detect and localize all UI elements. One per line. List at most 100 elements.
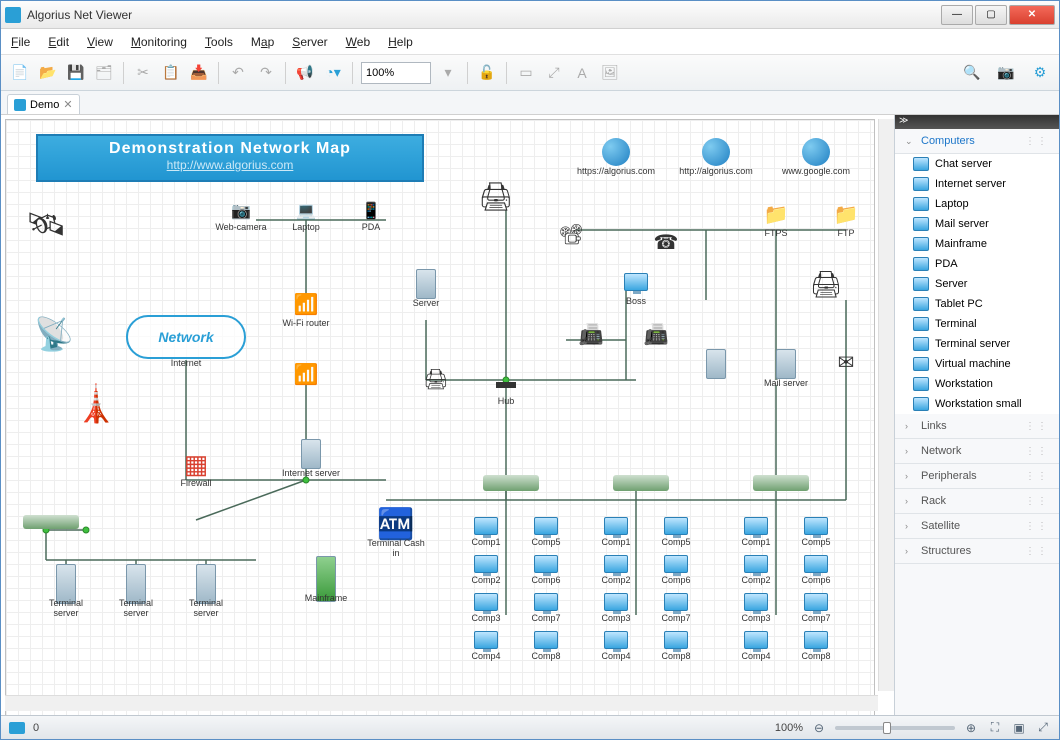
lock-icon[interactable]: 🔓 (476, 62, 498, 84)
node-comp[interactable]: Comp1 (456, 515, 516, 548)
menu-server[interactable]: Server (292, 35, 327, 49)
node-plotter[interactable]: 🖨 (796, 270, 856, 298)
settings-icon[interactable]: ⚙ (1029, 62, 1051, 84)
cut-icon[interactable]: ✂ (132, 62, 154, 84)
sidebar-category-structures[interactable]: ›Structures⋮⋮ (895, 539, 1059, 564)
select-icon[interactable]: ▭ (515, 62, 537, 84)
sidebar-category-peripherals[interactable]: ›Peripherals⋮⋮ (895, 464, 1059, 489)
drag-handle-icon[interactable]: ⋮⋮ (1025, 496, 1049, 507)
menu-web[interactable]: Web (346, 35, 370, 49)
node-firewall[interactable]: ▦Firewall (166, 450, 226, 489)
node-printer[interactable]: 🖨 (466, 182, 526, 210)
node-comp[interactable]: Comp2 (586, 553, 646, 586)
node-switch-1[interactable] (476, 475, 546, 491)
new-map-icon[interactable]: 📄 (9, 62, 31, 84)
node-dish[interactable]: 📡 (24, 320, 84, 348)
announce-icon[interactable]: 📢 (294, 62, 316, 84)
fullscreen-icon[interactable]: ⤢ (1035, 720, 1051, 736)
text-icon[interactable]: A (571, 62, 593, 84)
open-icon[interactable]: 📂 (37, 62, 59, 84)
node-comp[interactable]: Comp5 (646, 515, 706, 548)
banner-link[interactable]: http://www.algorius.com (167, 158, 294, 172)
sidebar-item[interactable]: Terminal server (895, 334, 1059, 354)
node-comp[interactable]: Comp4 (726, 629, 786, 662)
node-comp[interactable]: Comp8 (646, 629, 706, 662)
camera-icon[interactable]: 📷 (995, 62, 1017, 84)
undo-icon[interactable]: ↶ (227, 62, 249, 84)
drag-handle-icon[interactable]: ⋮⋮ (1025, 521, 1049, 532)
paste-icon[interactable]: 📥 (188, 62, 210, 84)
node-comp[interactable]: Comp6 (516, 553, 576, 586)
node-comp[interactable]: Comp5 (516, 515, 576, 548)
menu-monitoring[interactable]: Monitoring (131, 35, 187, 49)
menu-view[interactable]: View (87, 35, 113, 49)
node-url-google[interactable]: www.google.com (786, 138, 846, 177)
network-cloud[interactable]: Network (126, 315, 246, 359)
node-comp[interactable]: Comp3 (456, 591, 516, 624)
node-webcam[interactable]: 📷Web-camera (211, 200, 271, 233)
link-icon[interactable]: ⤢ (543, 62, 565, 84)
node-switch-2[interactable] (606, 475, 676, 491)
image-icon[interactable]: 🖼 (599, 62, 621, 84)
node-fax[interactable]: 📠 (561, 320, 621, 348)
sidebar-item[interactable]: Server (895, 274, 1059, 294)
node-ftp[interactable]: 📁FTP (816, 200, 876, 239)
sidebar-item[interactable]: Workstation small (895, 394, 1059, 414)
sidebar-item[interactable]: Chat server (895, 154, 1059, 174)
fit-width-icon[interactable]: ⛶ (987, 720, 1003, 736)
node-projector[interactable]: 📽 (541, 220, 601, 248)
sidebar-category-rack[interactable]: ›Rack⋮⋮ (895, 489, 1059, 514)
sidebar-item[interactable]: Terminal (895, 314, 1059, 334)
node-comp[interactable]: Comp6 (786, 553, 846, 586)
side-panel-handle[interactable]: ≫ (895, 115, 1059, 129)
node-mail-icon[interactable]: ✉ (816, 348, 876, 376)
node-comp[interactable]: Comp1 (586, 515, 646, 548)
node-comp[interactable]: Comp5 (786, 515, 846, 548)
node-satellite[interactable]: 🛰 (16, 210, 76, 238)
node-router[interactable]: 📶 (276, 360, 336, 388)
search-icon[interactable]: 🔍 (961, 62, 983, 84)
node-printer2[interactable]: 🖨 (406, 365, 466, 393)
redo-icon[interactable]: ↷ (255, 62, 277, 84)
node-terminal-server-1[interactable]: Terminal server (36, 570, 96, 619)
sidebar-category-network[interactable]: ›Network⋮⋮ (895, 439, 1059, 464)
fit-screen-icon[interactable]: ▣ (1011, 720, 1027, 736)
sidebar-category-satellite[interactable]: ›Satellite⋮⋮ (895, 514, 1059, 539)
node-scanner[interactable]: 📠 (626, 320, 686, 348)
node-comp[interactable]: Comp4 (586, 629, 646, 662)
chart-icon[interactable]: ◔▾ (322, 62, 344, 84)
drag-handle-icon[interactable]: ⋮⋮ (1025, 136, 1049, 147)
drag-handle-icon[interactable]: ⋮⋮ (1025, 446, 1049, 457)
node-terminal-server-2[interactable]: Terminal server (106, 570, 166, 619)
node-boss[interactable]: Boss (606, 268, 666, 307)
save-icon[interactable]: 💾 (65, 62, 87, 84)
sidebar-item[interactable]: Workstation (895, 374, 1059, 394)
node-comp[interactable]: Comp8 (786, 629, 846, 662)
sidebar-item[interactable]: Laptop (895, 194, 1059, 214)
drag-handle-icon[interactable]: ⋮⋮ (1025, 546, 1049, 557)
menu-help[interactable]: Help (388, 35, 413, 49)
node-url-https[interactable]: https://algorius.com (586, 138, 646, 177)
sidebar-item[interactable]: Mainframe (895, 234, 1059, 254)
close-button[interactable]: ✕ (1009, 5, 1055, 25)
drag-handle-icon[interactable]: ⋮⋮ (1025, 471, 1049, 482)
node-comp[interactable]: Comp7 (786, 591, 846, 624)
zoom-dropdown-icon[interactable]: ▾ (437, 62, 459, 84)
node-switch-3[interactable] (746, 475, 816, 491)
menu-tools[interactable]: Tools (205, 35, 233, 49)
node-mainframe[interactable]: Mainframe (296, 565, 356, 604)
node-terminal-server-3[interactable]: Terminal server (176, 570, 236, 619)
sidebar-item[interactable]: Internet server (895, 174, 1059, 194)
node-server[interactable]: Server (396, 270, 456, 309)
zoom-slider[interactable] (835, 726, 955, 730)
node-laptop[interactable]: 💻Laptop (276, 200, 336, 233)
node-comp[interactable]: Comp3 (726, 591, 786, 624)
tab-close-icon[interactable]: ✕ (63, 98, 72, 111)
sidebar-category-links[interactable]: ›Links⋮⋮ (895, 414, 1059, 439)
sidebar-item[interactable]: Tablet PC (895, 294, 1059, 314)
copy-icon[interactable]: 📋 (160, 62, 182, 84)
node-terminal-cashin[interactable]: 🏧Terminal Cash in (366, 510, 426, 559)
node-comp[interactable]: Comp8 (516, 629, 576, 662)
node-comp[interactable]: Comp1 (726, 515, 786, 548)
node-wifi[interactable]: 📶Wi-Fi router (276, 290, 336, 329)
